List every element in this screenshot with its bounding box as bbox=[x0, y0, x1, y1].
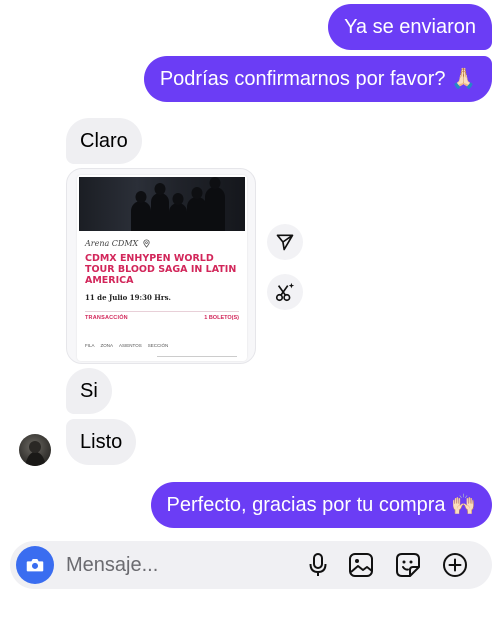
col-fila: FILA bbox=[85, 343, 95, 348]
location-pin-icon bbox=[143, 239, 150, 248]
ai-edit-icon bbox=[275, 282, 295, 302]
incoming-message[interactable]: Claro bbox=[66, 118, 142, 164]
share-button[interactable] bbox=[267, 224, 303, 260]
sticker-icon bbox=[396, 553, 420, 577]
tickets-count: 1 BOLETO(S) bbox=[204, 315, 239, 321]
ai-edit-button[interactable] bbox=[267, 274, 303, 310]
band-photo bbox=[79, 177, 245, 231]
avatar[interactable] bbox=[19, 434, 51, 466]
transaction-label: TRANSACCIÓN bbox=[85, 315, 128, 321]
plus-icon bbox=[443, 553, 467, 577]
seat-columns: FILA ZONA ASIENTOS SECCIÓN bbox=[85, 343, 168, 348]
gallery-icon bbox=[349, 553, 373, 577]
ticket-preview: Arena CDMX CDMX ENHYPEN WORLD TOUR BLOOD… bbox=[77, 175, 247, 361]
microphone-icon bbox=[309, 553, 327, 576]
shared-post-card[interactable]: Arena CDMX CDMX ENHYPEN WORLD TOUR BLOOD… bbox=[66, 168, 256, 364]
outgoing-message[interactable]: Podrías confirmarnos por favor? 🙏🏻 bbox=[143, 56, 492, 102]
message-input[interactable] bbox=[66, 549, 296, 581]
send-icon bbox=[276, 234, 294, 251]
venue-name: Arena CDMX bbox=[85, 239, 139, 248]
sticker-button[interactable] bbox=[394, 551, 422, 579]
incoming-message[interactable]: Listo bbox=[66, 419, 137, 465]
outgoing-message[interactable]: Ya se enviaron bbox=[328, 4, 492, 50]
gallery-button[interactable] bbox=[347, 551, 375, 579]
divider bbox=[157, 356, 237, 357]
col-asientos: ASIENTOS bbox=[119, 343, 142, 348]
event-date: 11 de Julio 19:30 Hrs. bbox=[85, 293, 171, 302]
message-composer bbox=[10, 541, 492, 589]
col-zona: ZONA bbox=[100, 343, 114, 348]
camera-icon bbox=[26, 559, 44, 572]
add-button[interactable] bbox=[441, 551, 469, 579]
divider bbox=[85, 311, 239, 312]
col-seccion: SECCIÓN bbox=[147, 343, 169, 348]
microphone-button[interactable] bbox=[304, 551, 332, 579]
camera-button[interactable] bbox=[16, 546, 54, 584]
incoming-message[interactable]: Si bbox=[66, 368, 112, 414]
outgoing-message[interactable]: Perfecto, gracias por tu compra 🙌🏻 bbox=[150, 482, 492, 528]
event-title: CDMX ENHYPEN WORLD TOUR BLOOD SAGA IN LA… bbox=[85, 253, 237, 286]
